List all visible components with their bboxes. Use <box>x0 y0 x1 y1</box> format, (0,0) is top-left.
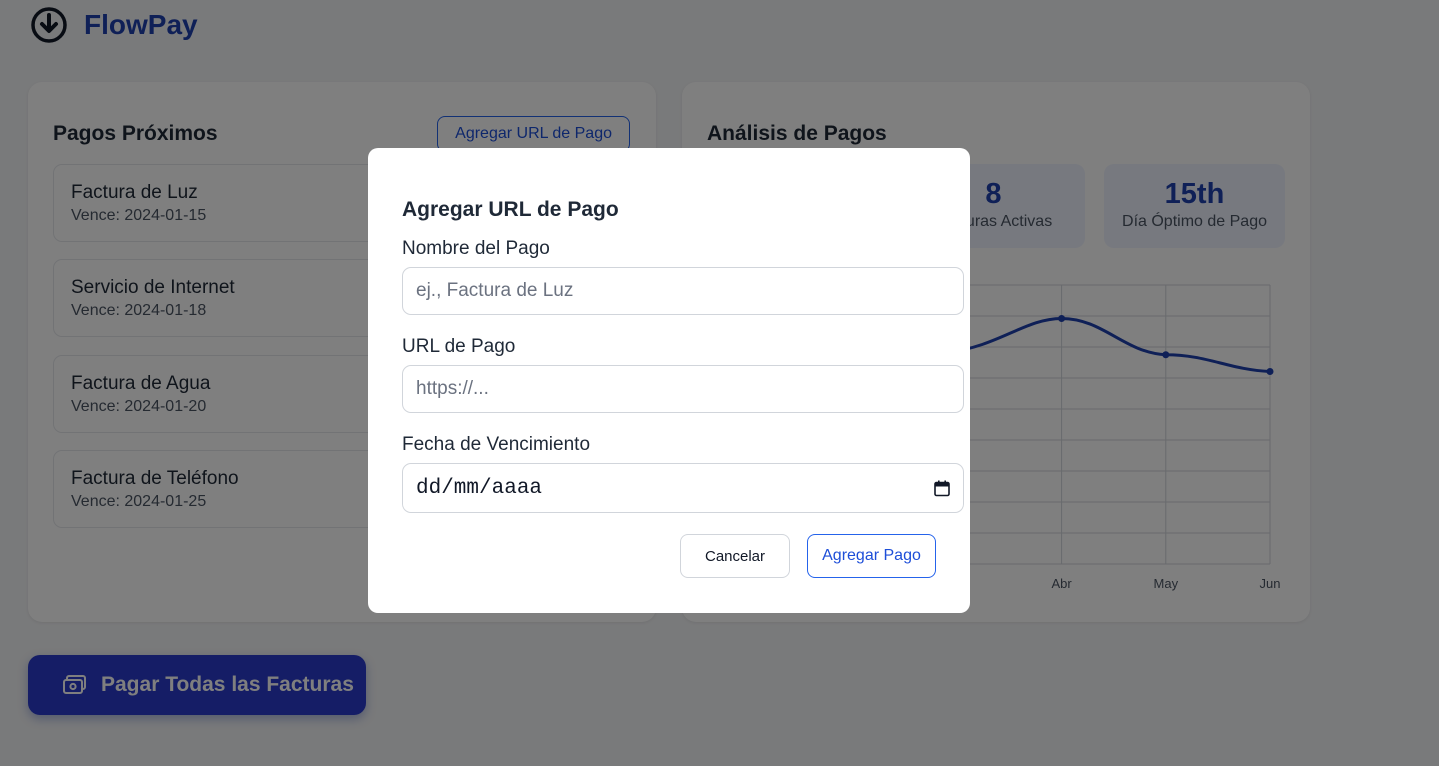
payment-url-label: URL de Pago <box>402 336 516 357</box>
modal-title: Agregar URL de Pago <box>402 198 619 221</box>
due-date-label: Fecha de Vencimiento <box>402 434 591 455</box>
payment-name-input[interactable] <box>402 267 964 315</box>
due-date-placeholder: dd/mm/aaaa <box>416 476 543 500</box>
add-payment-button[interactable]: Agregar Pago <box>807 534 936 578</box>
payment-name-label: Nombre del Pago <box>402 238 550 259</box>
due-date-input[interactable]: dd/mm/aaaa <box>402 463 964 513</box>
payment-url-input[interactable] <box>402 365 964 413</box>
calendar-icon[interactable] <box>934 480 950 497</box>
cancel-button[interactable]: Cancelar <box>680 534 790 578</box>
add-payment-url-modal: Agregar URL de Pago Nombre del Pago URL … <box>368 148 970 613</box>
